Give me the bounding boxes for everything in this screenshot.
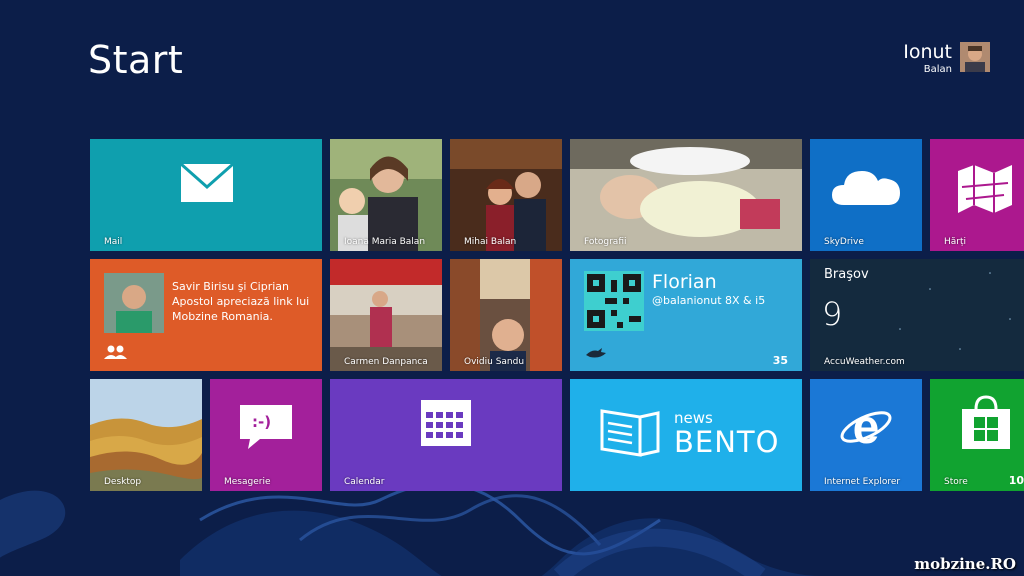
- people-tile[interactable]: Savir Birisu şi Ciprian Apostol apreciaz…: [90, 259, 322, 371]
- photo-tile-4[interactable]: Ovidiu Sandu: [450, 259, 562, 371]
- messaging-label: Mesagerie: [224, 477, 271, 487]
- twitter-name: Florian: [652, 271, 717, 293]
- watermark: mobzine.RO: [914, 555, 1016, 573]
- bird-icon: [586, 348, 606, 358]
- user-first-name: Ionut: [903, 41, 952, 63]
- mail-tile[interactable]: Mail: [90, 139, 322, 251]
- photos-tile[interactable]: Fotografii: [570, 139, 802, 251]
- map-icon: [958, 165, 1012, 213]
- desktop-label: Desktop: [104, 477, 142, 487]
- photo-4-label: Ovidiu Sandu: [464, 357, 525, 367]
- cloud-icon: [832, 171, 900, 205]
- contact-photo: [104, 273, 164, 333]
- photo-image: [330, 139, 442, 251]
- news-bento-tile[interactable]: news BENTO: [570, 379, 802, 491]
- photo-2-label: Mihai Balan: [464, 237, 517, 247]
- ie-icon: e: [840, 401, 892, 453]
- photo-3-label: Carmen Danpanca: [344, 357, 428, 367]
- people-icon: [104, 345, 127, 359]
- photo-tile-3[interactable]: Carmen Danpanca: [330, 259, 442, 371]
- store-bag-icon: [962, 395, 1010, 449]
- store-count: 10: [1008, 474, 1024, 487]
- people-update-text: Savir Birisu şi Ciprian Apostol apreciaz…: [172, 280, 310, 323]
- start-title: Start: [88, 38, 184, 82]
- desktop-wallpaper-image: [90, 379, 202, 491]
- calendar-icon: [421, 400, 471, 446]
- messaging-tile[interactable]: :-) Mesagerie: [210, 379, 322, 491]
- twitter-count: 35: [772, 354, 788, 367]
- photo-tile-2[interactable]: Mihai Balan: [450, 139, 562, 251]
- photo-image: [330, 259, 442, 371]
- internet-explorer-tile[interactable]: e Internet Explorer: [810, 379, 922, 491]
- calendar-tile[interactable]: Calendar: [330, 379, 562, 491]
- mail-label: Mail: [104, 237, 123, 247]
- bento-title-text: BENTO: [674, 425, 780, 459]
- photo-1-label: Ioana Maria Balan: [344, 237, 426, 247]
- skydrive-label: SkyDrive: [824, 237, 864, 247]
- weather-city: Braşov: [824, 267, 869, 282]
- photo-tile-1[interactable]: Ioana Maria Balan: [330, 139, 442, 251]
- chat-emoticon: :-): [252, 413, 272, 431]
- user-last-name: Balan: [923, 64, 952, 75]
- weather-tile[interactable]: Braşov 9 AccuWeather.com: [810, 259, 1024, 371]
- photos-label: Fotografii: [584, 237, 627, 247]
- ie-label: Internet Explorer: [824, 477, 901, 487]
- qr-code: [584, 271, 644, 331]
- maps-tile[interactable]: Hărți: [930, 139, 1024, 251]
- user-account[interactable]: Ionut Balan: [903, 42, 990, 78]
- photo-image: [570, 139, 802, 251]
- calendar-label: Calendar: [344, 477, 385, 487]
- twitter-handle: @balanionut 8X & i5: [652, 294, 766, 307]
- store-label: Store: [944, 477, 968, 487]
- envelope-icon: [180, 163, 234, 202]
- photo-image: [450, 259, 562, 371]
- desktop-tile[interactable]: Desktop: [90, 379, 202, 491]
- weather-provider: AccuWeather.com: [824, 357, 905, 367]
- svg-text:e: e: [853, 401, 880, 453]
- twitter-tile[interactable]: Florian @balanionut 8X & i5 35: [570, 259, 802, 371]
- avatar: [960, 42, 990, 72]
- store-tile[interactable]: Store 10: [930, 379, 1024, 491]
- photo-image: [450, 139, 562, 251]
- skydrive-tile[interactable]: SkyDrive: [810, 139, 922, 251]
- bento-logo-icon: [600, 409, 660, 457]
- maps-label: Hărți: [944, 237, 967, 247]
- weather-temperature: 9: [822, 295, 843, 333]
